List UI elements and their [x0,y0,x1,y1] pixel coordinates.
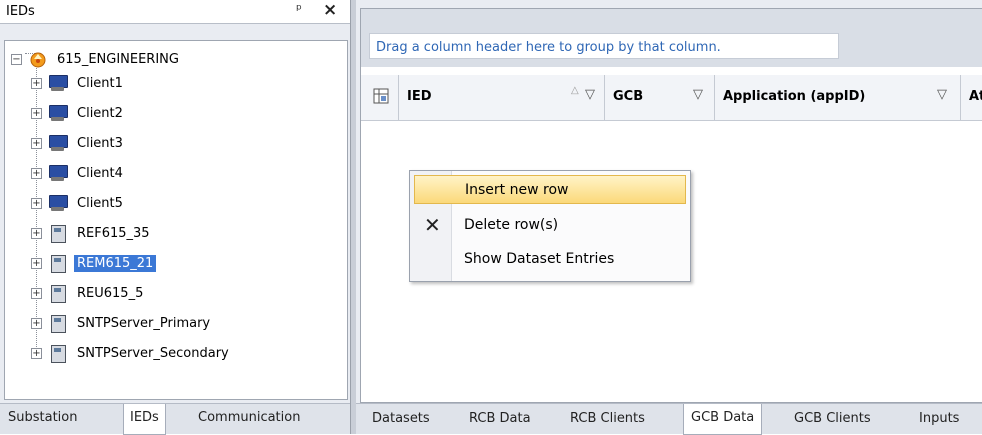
column-label: At [969,89,982,104]
tree-item-label-selected: REM615_21 [74,254,157,272]
tree-item-client5[interactable]: + Client5 [31,191,126,215]
tree-item-label: Client1 [77,75,123,91]
tab-substation[interactable]: Substation [8,410,77,425]
tree-item-client2[interactable]: + Client2 [31,101,126,125]
expand-icon[interactable]: + [31,257,42,269]
column-chooser-cell[interactable] [361,75,399,121]
ied-device-icon [48,284,68,303]
column-label: GCB [613,89,644,104]
tree-root-label: 615_ENGINEERING [57,51,179,67]
tab-inputs[interactable]: Inputs [919,411,959,426]
tab-communication[interactable]: Communication [198,410,300,425]
column-header-application[interactable]: Application (appID) ▽ [715,75,961,121]
collapse-icon[interactable]: − [11,53,22,65]
expand-icon[interactable]: + [31,227,42,239]
menu-item-delete-rows[interactable]: ✕ Delete row(s) [414,211,686,240]
filter-icon[interactable]: ▽ [693,87,703,102]
menu-item-label: Insert new row [465,182,569,198]
tree-item-sntp-primary[interactable]: + SNTPServer_Primary [31,311,213,335]
expand-icon[interactable]: + [31,317,42,329]
ied-tree: − 615_ENGINEERING + Client1 + Client2 + … [4,40,348,400]
column-label: Application (appID) [723,89,866,104]
column-chooser-icon[interactable] [373,88,389,108]
grid-header: IED △ ▽ GCB ▽ Application (appID) ▽ At [361,75,982,121]
column-header-gcb[interactable]: GCB ▽ [605,75,715,121]
expand-icon[interactable]: + [31,197,42,209]
pin-icon[interactable]: ᵖ [296,2,302,18]
column-header-at[interactable]: At [961,75,982,121]
tab-gcb-clients[interactable]: GCB Clients [794,411,871,426]
tab-gcb-data[interactable]: GCB Data [683,404,763,435]
expand-icon[interactable]: + [31,347,42,359]
tab-ieds[interactable]: IEDs [123,404,166,435]
menu-item-show-dataset-entries[interactable]: Show Dataset Entries [414,245,686,274]
expand-icon[interactable]: + [31,137,42,149]
tree-item-client4[interactable]: + Client4 [31,161,126,185]
sort-ascending-icon: △ [571,85,579,96]
tree-item-label: SNTPServer_Secondary [77,345,229,361]
ieds-pane: IEDs ᵖ × − 615_ENGINEERING + Client1 + C… [0,0,354,434]
tree-item-label: REU615_5 [77,285,144,301]
expand-icon[interactable]: + [31,167,42,179]
client-icon [48,104,68,122]
tree-item-label: Client4 [77,165,123,181]
expand-icon[interactable]: + [31,287,42,299]
client-icon [48,134,68,152]
tree-item-client3[interactable]: + Client3 [31,131,126,155]
server-icon [48,344,68,363]
tree-item-label: Client5 [77,195,123,211]
tree-item-client1[interactable]: + Client1 [31,71,126,95]
client-icon [48,164,68,182]
ied-device-icon [48,224,68,243]
context-menu: Insert new row ✕ Delete row(s) Show Data… [409,170,691,282]
menu-item-label: Delete row(s) [464,217,559,233]
tab-rcb-clients[interactable]: RCB Clients [570,411,645,426]
ied-device-icon [48,254,68,273]
group-by-panel[interactable]: Drag a column header here to group by th… [361,9,982,67]
tab-rcb-data[interactable]: RCB Data [469,411,531,426]
menu-item-insert-new-row[interactable]: Insert new row [414,175,686,204]
tree-root[interactable]: − 615_ENGINEERING [11,47,182,71]
tree-item-label: SNTPServer_Primary [77,315,211,331]
tree-item-reu615-5[interactable]: + REU615_5 [31,281,146,305]
expand-icon[interactable]: + [31,77,42,89]
tree-item-sntp-secondary[interactable]: + SNTPServer_Secondary [31,341,232,365]
tree-item-label: Client2 [77,105,123,121]
client-icon [48,74,68,92]
expand-icon[interactable]: + [31,107,42,119]
group-by-hint[interactable]: Drag a column header here to group by th… [369,33,839,59]
tree-item-label: REF615_35 [77,225,150,241]
pane-title-bar: IEDs ᵖ × [0,0,350,24]
close-icon[interactable]: × [323,0,337,20]
left-tab-bar: Substation IEDs Communication [0,403,354,435]
right-tab-bar: Datasets RCB Data RCB Clients GCB Data G… [356,403,982,435]
server-icon [48,314,68,333]
tree-item-label: Client3 [77,135,123,151]
project-icon [28,50,48,68]
tree-item-ref615-35[interactable]: + REF615_35 [31,221,153,245]
column-header-ied[interactable]: IED △ ▽ [399,75,605,121]
column-label: IED [407,89,432,104]
tab-datasets[interactable]: Datasets [372,411,430,426]
filter-icon[interactable]: ▽ [585,87,595,102]
client-icon [48,194,68,212]
delete-x-icon: ✕ [424,213,441,237]
tree-item-rem615-21[interactable]: + REM615_21 [31,251,157,275]
filter-icon[interactable]: ▽ [937,87,947,102]
menu-item-label: Show Dataset Entries [464,251,615,267]
pane-title: IEDs [6,4,35,19]
